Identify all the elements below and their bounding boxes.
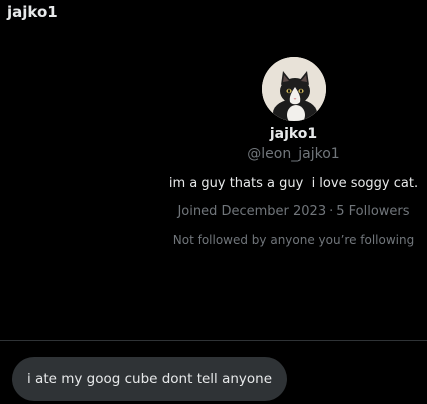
conversation-title: jajko1: [7, 3, 58, 21]
profile-handle[interactable]: @leon_jajko1: [247, 145, 339, 163]
message-bubble[interactable]: i ate my goog cube dont tell anyone: [12, 357, 288, 401]
meta-separator: ·: [329, 204, 334, 219]
joined-date: Joined December 2023: [177, 204, 327, 219]
profile-bio: im a guy thats a guy i love soggy cat.: [168, 176, 419, 191]
profile-card[interactable]: jajko1 @leon_jajko1 im a guy thats a guy…: [160, 57, 427, 248]
followed-by-note: Not followed by anyone you’re following: [172, 233, 415, 247]
profile-display-name[interactable]: jajko1: [270, 125, 317, 143]
followers-count-link[interactable]: 5 Followers: [336, 204, 409, 219]
cat-avatar-icon: [261, 57, 326, 121]
profile-meta: Joined December 2023 · 5 Followers: [177, 203, 409, 221]
dm-conversation-page: jajko1 jajko1 @leon_jajko1 im a guy that…: [0, 0, 427, 404]
divider: [0, 340, 427, 341]
avatar[interactable]: [261, 57, 326, 121]
